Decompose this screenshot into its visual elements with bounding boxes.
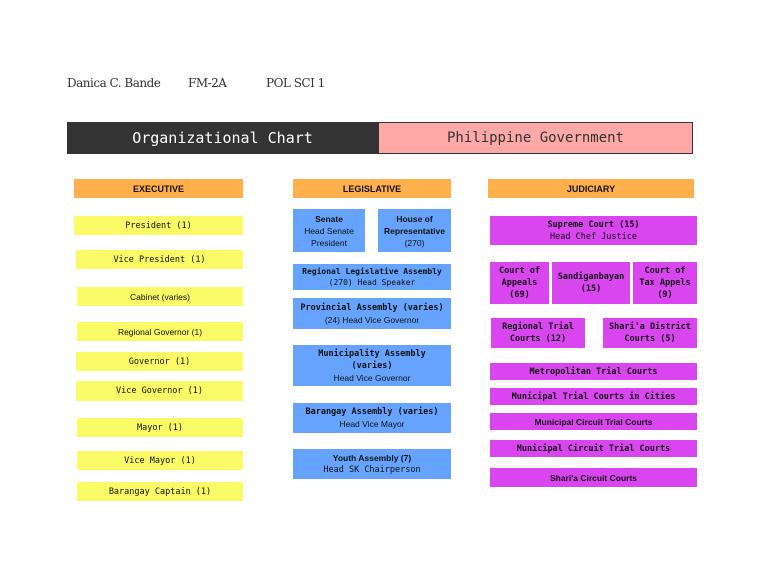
leg-box: Regional Legislative Assembly (270) Head … — [293, 264, 451, 290]
legislative-header: LEGISLATIVE — [293, 179, 451, 198]
exec-box: Regional Governor (1) — [77, 322, 243, 341]
leg-box: Youth Assembly (7) Head SK Chairperson — [293, 449, 451, 479]
box-title: Provincial Assembly (varies) — [300, 302, 444, 313]
section: FM-2A — [188, 76, 227, 90]
jud-box: Metropolitan Trial Courts — [490, 363, 697, 380]
leg-box-senate: Senate Head Senate President — [293, 209, 365, 252]
leg-box: Provincial Assembly (varies) (24) Head Vi… — [293, 298, 451, 329]
course: POL SCI 1 — [266, 76, 325, 90]
exec-box: Vice President (1) — [76, 250, 243, 269]
chart-title: Organizational Chart — [67, 122, 378, 154]
jud-box: Sandiganbayan (15) — [552, 262, 630, 304]
jud-box: Shari'a Circuit Courts — [490, 468, 697, 487]
judiciary-header: JUDICIARY — [488, 179, 694, 198]
box-sub: Head Vice Governor — [333, 372, 411, 383]
exec-box: Mayor (1) — [77, 418, 243, 437]
exec-box: Cabinet (varies) — [77, 287, 243, 306]
jud-box: Regional Trial Courts (12) — [491, 318, 585, 348]
box-title: Youth Assembly (7) — [332, 453, 412, 463]
jud-box: Shari'a District Courts (5) — [603, 318, 697, 348]
chart-subtitle: Philippine Government — [378, 122, 693, 154]
box-title: Municipality Assembly (varies) — [318, 348, 426, 371]
box-title: Barangay Assembly (varies) — [305, 407, 439, 417]
exec-box: Barangay Captain (1) — [77, 482, 243, 501]
box-title: Senate — [315, 213, 343, 224]
student-name: Danica C. Bande — [67, 76, 161, 90]
box-title: Regional Legislative Assembly — [302, 267, 442, 276]
executive-header: EXECUTIVE — [74, 179, 243, 198]
box-sub: (270) — [404, 237, 425, 248]
leg-box-house: House of Representative (270) — [378, 209, 451, 252]
box-sub: (270) Head Speaker — [328, 278, 416, 287]
leg-box: Barangay Assembly (varies) Head Vice Mayo… — [293, 403, 451, 433]
exec-box: Vice Mayor (1) — [77, 451, 243, 470]
jud-box: Municipal Trial Courts in Cities — [490, 388, 697, 405]
box-title: House of Representative — [384, 213, 445, 236]
exec-box: Vice Governor (1) — [76, 381, 243, 401]
box-title: Supreme Court (15) — [547, 219, 640, 230]
exec-box: President (1) — [74, 216, 243, 235]
box-sub: Head Senate President — [304, 225, 354, 248]
jud-box: Court of Appeals (69) — [490, 262, 549, 304]
box-sub: Head Vice Mayor — [339, 419, 405, 429]
leg-box: Municipality Assembly (varies) Head Vice … — [293, 345, 451, 386]
jud-box: Municipal Circuit Trial Courts — [490, 440, 697, 457]
box-sub: Head Chef Justice — [550, 231, 637, 242]
jud-box: Municipal Circuit Trial Courts — [490, 413, 697, 430]
jud-box: Supreme Court (15) Head Chef Justice — [490, 216, 697, 245]
box-sub: (24) Head Vice Governor — [324, 314, 420, 325]
exec-box: Governor (1) — [76, 352, 243, 371]
box-sub: Head SK Chairperson — [323, 465, 421, 475]
jud-box: Court of Tax Appels (9) — [633, 262, 697, 304]
